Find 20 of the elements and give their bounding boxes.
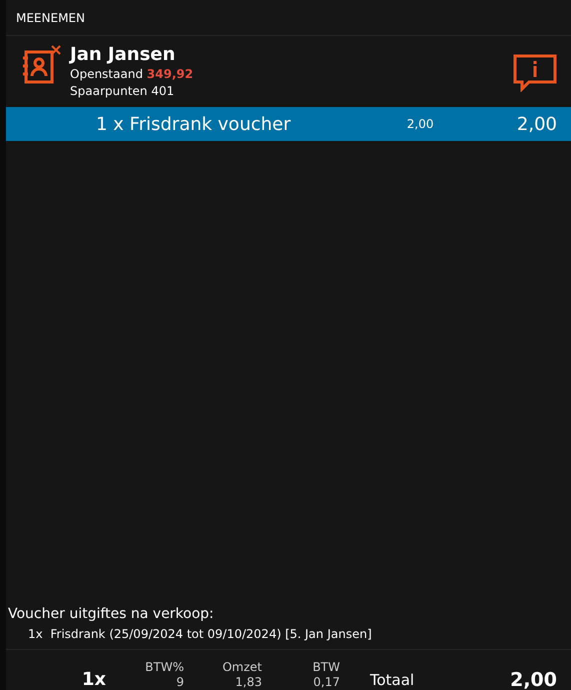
column-value: 0,17 [312, 675, 340, 690]
line-description: 1 x Frisdrank voucher [96, 112, 292, 136]
column-value: 9 [175, 675, 184, 690]
points-text: Spaarpunten 401 [70, 83, 176, 100]
voucher-item: 1x Frisdrank (25/09/2024 tot 09/10/2024) [5. Jan Jansen] [27, 626, 373, 643]
column-label: BTW [312, 660, 340, 675]
contact-book-icon[interactable] [22, 44, 62, 86]
line-amount: 2,00 [516, 112, 557, 136]
column-value: 1,83 [234, 675, 262, 690]
total-label: Totaal [370, 670, 416, 690]
column-label: Omzet [221, 660, 262, 675]
column-label: BTW% [144, 660, 184, 675]
customer-name: Jan Jansen [70, 44, 176, 66]
voucher-title: Voucher uitgiftes na verkoop: [8, 605, 215, 624]
section-title: MEENEMEN [16, 10, 85, 26]
total-amount: 2,00 [510, 670, 557, 690]
balance-text: Openstaand 349,92 [70, 66, 194, 83]
unit-price: 2,00 [406, 116, 435, 133]
item-count: 1x [80, 670, 106, 690]
info-icon[interactable] [513, 54, 557, 92]
